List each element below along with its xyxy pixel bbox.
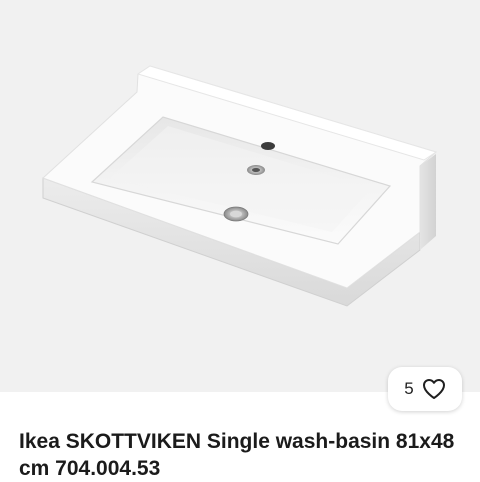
product-photo[interactable] [0,0,480,392]
heart-outline-icon [422,379,445,399]
wash-basin-image [42,65,438,307]
listing-title: Ikea SKOTTVIKEN Single wash-basin 81x48 … [19,430,455,480]
favorite-button[interactable]: 5 [388,367,462,411]
favorite-count: 5 [404,379,414,398]
